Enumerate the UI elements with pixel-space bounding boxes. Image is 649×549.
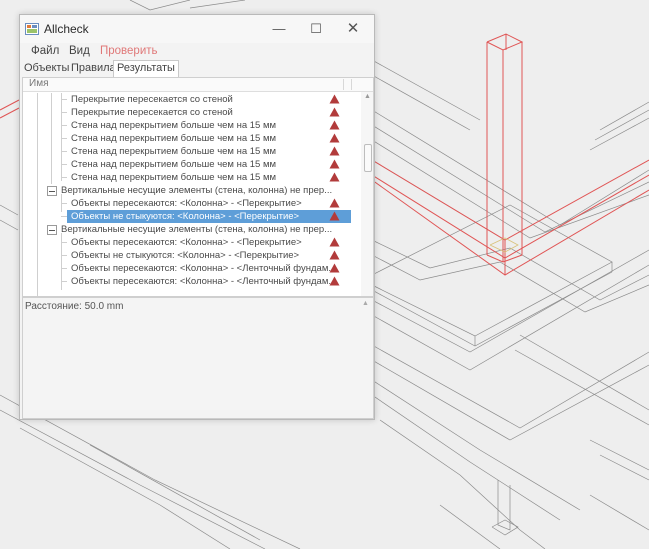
tree-row-label: Стена над перекрытием больше чем на 15 м…: [71, 159, 277, 170]
warning-triangle-icon: [329, 250, 340, 260]
tree-row[interactable]: Стена над перекрытием больше чем на 15 м…: [23, 145, 361, 158]
tab-bar: Объекты Правила Результаты: [20, 60, 374, 77]
tree-row[interactable]: Перекрытие пересекается со стеной: [23, 93, 361, 106]
close-button[interactable]: ✕: [338, 19, 368, 39]
allcheck-window[interactable]: Allcheck — ☐ ✕ Файл Вид Проверить Объект…: [19, 14, 375, 420]
scroll-up-arrow-icon[interactable]: ▲: [364, 93, 371, 100]
tree-row-label: Вертикальные несущие элементы (стена, ко…: [61, 185, 333, 196]
tree-row-label: Стена над перекрытием больше чем на 15 м…: [71, 133, 277, 144]
tree-row[interactable]: Объекты пересекаются: <Колонна> - <Ленто…: [23, 275, 361, 288]
warning-triangle-icon: [329, 263, 340, 273]
menu-bar: Файл Вид Проверить: [20, 43, 374, 61]
tree-body: Перекрытие пересекается со стеной Перекр…: [23, 93, 361, 296]
tab-objects[interactable]: Объекты: [22, 61, 71, 76]
results-tree[interactable]: Имя Перекрытие пересекается со стеной Пе…: [22, 77, 374, 297]
tree-row-label: Объекты пересекаются: <Колонна> - <Ленто…: [71, 276, 337, 287]
menu-file[interactable]: Файл: [31, 45, 59, 57]
tree-row[interactable]: Объекты пересекаются: <Колонна> - <Ленто…: [23, 262, 361, 275]
tab-rules[interactable]: Правила: [69, 61, 118, 76]
tree-row[interactable]: Объекты пересекаются: <Колонна> - <Перек…: [23, 236, 361, 249]
scroll-up-arrow-icon[interactable]: ▲: [362, 300, 369, 307]
tree-row-label: Перекрытие пересекается со стеной: [71, 107, 233, 118]
window-title: Allcheck: [44, 22, 89, 36]
tree-row-selected[interactable]: Объекты не стыкуются: <Колонна> - <Перек…: [23, 210, 361, 223]
tree-scrollbar[interactable]: ▲: [361, 92, 373, 296]
warning-triangle-icon: [329, 276, 340, 286]
info-panel: Расстояние: 50.0 mm ▲: [22, 297, 374, 419]
app-icon: [25, 23, 39, 35]
tree-row-label: Объекты не стыкуются: <Колонна> - <Перек…: [71, 250, 300, 261]
collapse-minus-icon[interactable]: [47, 186, 57, 196]
tree-group-row[interactable]: Вертикальные несущие элементы (стена, ко…: [23, 223, 361, 236]
title-bar[interactable]: Allcheck — ☐ ✕: [20, 15, 374, 43]
tree-row[interactable]: Стена над перекрытием больше чем на 15 м…: [23, 119, 361, 132]
tree-row-label: Перекрытие пересекается со стеной: [71, 94, 233, 105]
tab-results[interactable]: Результаты: [113, 60, 179, 77]
column-name: Имя: [29, 78, 49, 89]
column-separator[interactable]: [351, 79, 352, 90]
warning-triangle-icon: [329, 211, 340, 221]
menu-check[interactable]: Проверить: [100, 45, 158, 57]
tree-row-label: Объекты пересекаются: <Колонна> - <Перек…: [71, 198, 302, 209]
tree-row-label: Стена над перекрытием больше чем на 15 м…: [71, 172, 277, 183]
tree-row[interactable]: Объекты не стыкуются: <Колонна> - <Перек…: [23, 249, 361, 262]
tree-row-label: Объекты пересекаются: <Колонна> - <Перек…: [71, 237, 302, 248]
tree-row-label: Стена над перекрытием больше чем на 15 м…: [71, 146, 277, 157]
tree-row-label: Вертикальные несущие элементы (стена, ко…: [61, 224, 333, 235]
tree-row[interactable]: Стена над перекрытием больше чем на 15 м…: [23, 171, 361, 184]
menu-view[interactable]: Вид: [69, 45, 90, 57]
tree-row-label: Стена над перекрытием больше чем на 15 м…: [71, 120, 277, 131]
warning-triangle-icon: [329, 146, 340, 156]
tree-row-label: Объекты не стыкуются: <Колонна> - <Перек…: [71, 211, 300, 222]
warning-triangle-icon: [329, 107, 340, 117]
warning-triangle-icon: [329, 159, 340, 169]
distance-readout: Расстояние: 50.0 mm: [25, 301, 124, 312]
minimize-button[interactable]: —: [264, 19, 294, 39]
maximize-button[interactable]: ☐: [301, 19, 331, 39]
scroll-thumb[interactable]: [364, 144, 372, 172]
warning-triangle-icon: [329, 120, 340, 130]
warning-triangle-icon: [329, 172, 340, 182]
tree-row-label: Объекты пересекаются: <Колонна> - <Ленто…: [71, 263, 337, 274]
tree-row[interactable]: Стена над перекрытием больше чем на 15 м…: [23, 158, 361, 171]
tree-row[interactable]: Перекрытие пересекается со стеной: [23, 106, 361, 119]
tree-row[interactable]: Объекты пересекаются: <Колонна> - <Перек…: [23, 197, 361, 210]
tree-row[interactable]: Стена над перекрытием больше чем на 15 м…: [23, 132, 361, 145]
warning-triangle-icon: [329, 237, 340, 247]
warning-triangle-icon: [329, 198, 340, 208]
tree-group-row[interactable]: Вертикальные несущие элементы (стена, ко…: [23, 184, 361, 197]
collapse-minus-icon[interactable]: [47, 225, 57, 235]
warning-triangle-icon: [329, 133, 340, 143]
column-header[interactable]: Имя: [23, 78, 373, 92]
column-separator[interactable]: [343, 79, 344, 90]
warning-triangle-icon: [329, 94, 340, 104]
